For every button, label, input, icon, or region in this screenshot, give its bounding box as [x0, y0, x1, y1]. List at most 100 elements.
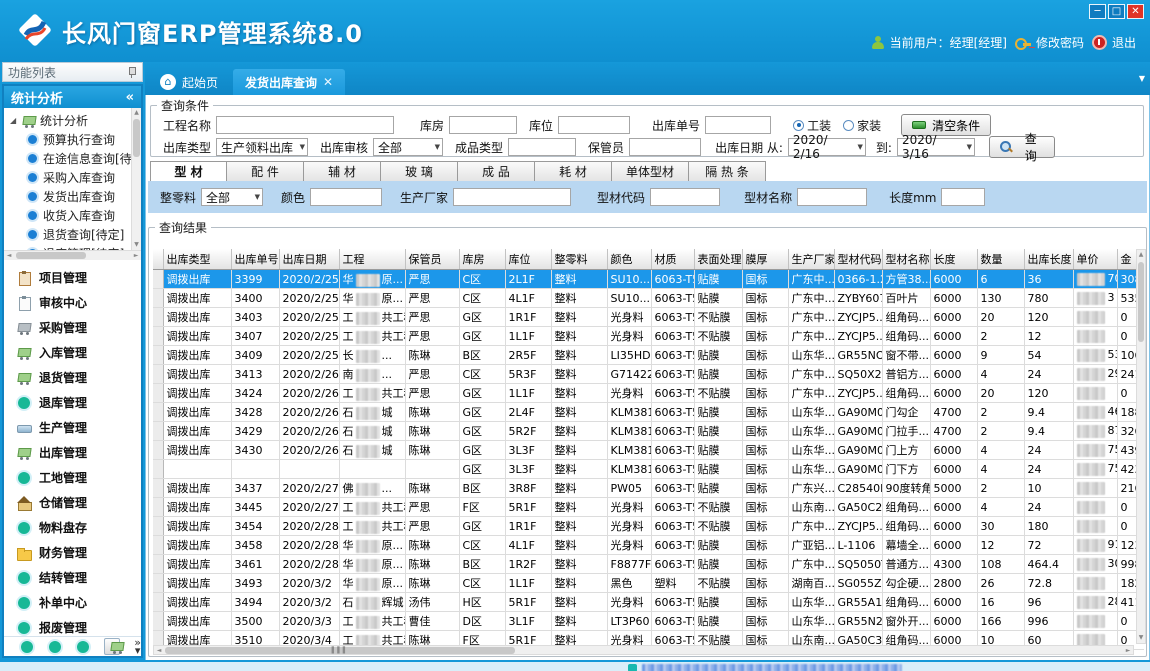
bottom-dot-icon[interactable]: [48, 640, 62, 654]
scroll-left-icon[interactable]: ◄: [154, 646, 164, 655]
sidebar-item-项目管理[interactable]: 项目管理: [4, 265, 141, 290]
table-row[interactable]: 调拨出库34542020/2/28工共工程严思G区1R1F整料光身料6063-T…: [153, 517, 1144, 536]
profile-code-input[interactable]: [650, 188, 720, 206]
material-tab-耗材[interactable]: 耗 材: [535, 161, 612, 182]
tree-item[interactable]: 发货出库查询: [10, 187, 141, 206]
column-header[interactable]: 长度: [930, 249, 977, 270]
radio-gongzhuang-icon[interactable]: [793, 120, 804, 131]
column-header[interactable]: 生产厂家: [788, 249, 834, 270]
column-header[interactable]: 数量: [977, 249, 1024, 270]
table-row[interactable]: 调拨出库34242020/2/26工共工程严思G区1L1F整料光身料6063-T…: [153, 384, 1144, 403]
product-type-input[interactable]: [508, 138, 576, 156]
column-header[interactable]: 出库类型: [163, 249, 231, 270]
tab-shipping-outbound-query[interactable]: 发货出库查询 ✕: [233, 69, 345, 95]
material-tab-型材[interactable]: 型 材: [150, 161, 227, 182]
pin-icon[interactable]: [127, 66, 137, 78]
grid-vertical-scrollbar[interactable]: ▲ ▼: [1136, 249, 1146, 644]
sidebar-item-财务管理[interactable]: 财务管理: [4, 540, 141, 565]
table-row[interactable]: G区3L3F整料KLM38176063-T5贴膜国标山东华...GA90M09.…: [153, 460, 1144, 479]
table-row[interactable]: 调拨出库34932020/3/2华原...陈琳C区1L1F整料黑色塑料不贴膜国标…: [153, 574, 1144, 593]
maker-input[interactable]: [453, 188, 571, 206]
change-password-button[interactable]: 修改密码: [1015, 34, 1084, 51]
tree-expander-icon[interactable]: ◢: [10, 116, 18, 125]
tree-item[interactable]: 收货入库查询: [10, 206, 141, 225]
tab-home[interactable]: ⌂ 起始页: [148, 69, 230, 95]
table-row[interactable]: 调拨出库34132020/2/26南...严思C区5R3F整料G71422606…: [153, 365, 1144, 384]
radio-jiazhuang-icon[interactable]: [843, 120, 854, 131]
table-row[interactable]: 调拨出库34612020/2/28华原...陈琳B区1R2F整料F8877FT6…: [153, 555, 1144, 574]
sidebar-section-header[interactable]: 统计分析 «: [4, 86, 141, 108]
tab-close-icon[interactable]: ✕: [323, 75, 333, 89]
tab-list-dropdown-icon[interactable]: ▼: [1139, 74, 1145, 83]
grid-vscroll-thumb[interactable]: [1138, 262, 1144, 342]
sidebar-item-生产管理[interactable]: 生产管理: [4, 415, 141, 440]
column-header[interactable]: 保管员: [405, 249, 459, 270]
column-header[interactable]: 出库单号: [231, 249, 279, 270]
bottom-dot-icon[interactable]: [76, 640, 90, 654]
profile-name-input[interactable]: [797, 188, 867, 206]
table-row[interactable]: 调拨出库34452020/2/27工共工程严思F区5R1F整料光身料6063-T…: [153, 498, 1144, 517]
column-header[interactable]: 表面处理: [694, 249, 742, 270]
bottom-dot-icon[interactable]: [20, 640, 34, 654]
material-tab-成品[interactable]: 成 品: [458, 161, 535, 182]
sidebar-item-结转管理[interactable]: 结转管理: [4, 565, 141, 590]
tree-hscroll-thumb[interactable]: [16, 252, 86, 259]
date-to-picker[interactable]: 2020/ 3/16 ▼: [897, 138, 975, 156]
audit-combo[interactable]: 全部 ▼: [373, 138, 443, 156]
sidebar-item-审核中心[interactable]: 审核中心: [4, 290, 141, 315]
column-header[interactable]: 型材代码: [834, 249, 882, 270]
minimize-button[interactable]: ─: [1089, 4, 1106, 19]
table-row[interactable]: 调拨出库34582020/2/28华原...陈琳C区4L1F整料光身料6063-…: [153, 536, 1144, 555]
overflow-chevron[interactable]: »▾: [134, 639, 141, 655]
collapse-icon[interactable]: «: [126, 90, 134, 105]
material-tab-辅材[interactable]: 辅 材: [304, 161, 381, 182]
grid-hscroll-thumb[interactable]: ▌▌▌: [165, 647, 515, 654]
tree-vertical-scrollbar[interactable]: ▲ ▼: [131, 108, 141, 250]
column-header[interactable]: 颜色: [607, 249, 651, 270]
column-header[interactable]: 工程: [339, 249, 405, 270]
tree-scroll-thumb[interactable]: [133, 119, 140, 157]
tree-item[interactable]: 在途信息查询[待: [10, 149, 141, 168]
color-input[interactable]: [310, 188, 382, 206]
sidebar-item-补单中心[interactable]: 补单中心: [4, 590, 141, 615]
search-button[interactable]: 查 询: [989, 136, 1055, 158]
tree-root[interactable]: ◢ 统计分析: [10, 111, 141, 130]
table-row[interactable]: 调拨出库34372020/2/27佛...陈琳B区3R8F整料PW056063-…: [153, 479, 1144, 498]
keeper-input[interactable]: [629, 138, 701, 156]
radio-gongzhuang[interactable]: 工装: [793, 117, 831, 134]
order-no-input[interactable]: [705, 116, 771, 134]
whole-part-combo[interactable]: 全部 ▼: [201, 188, 263, 206]
table-row[interactable]: 调拨出库34032020/2/25工共工程严思G区1R1F整料光身料6063-T…: [153, 308, 1144, 327]
column-header[interactable]: 型材名称: [882, 249, 930, 270]
scroll-down-icon[interactable]: ▼: [132, 240, 141, 250]
table-row[interactable]: 调拨出库34282020/2/26石城陈琳G区2L4F整料KLM38176063…: [153, 403, 1144, 422]
sidebar-item-采购管理[interactable]: 采购管理: [4, 315, 141, 340]
tree-item[interactable]: 采购入库查询: [10, 168, 141, 187]
material-tab-单体型材[interactable]: 单体型材: [612, 161, 689, 182]
scroll-right-icon[interactable]: ►: [1123, 646, 1133, 655]
logout-button[interactable]: 退出: [1092, 34, 1136, 51]
column-header[interactable]: 库房: [459, 249, 505, 270]
scroll-down-icon[interactable]: ▼: [1137, 633, 1145, 643]
out-type-combo[interactable]: 生产领料出库 ▼: [216, 138, 308, 156]
column-header[interactable]: 出库日期: [279, 249, 339, 270]
column-header[interactable]: 库位: [505, 249, 551, 270]
length-input[interactable]: [941, 188, 985, 206]
table-row[interactable]: 调拨出库33992020/2/25华原...严思C区2L1F整料SU10...6…: [153, 270, 1144, 289]
table-row[interactable]: 调拨出库34092020/2/25长...陈琳B区2R5F整料LI35HD606…: [153, 346, 1144, 365]
sidebar-item-仓储管理[interactable]: 仓储管理: [4, 490, 141, 515]
scroll-up-icon[interactable]: ▲: [1137, 250, 1145, 260]
column-header[interactable]: 膜厚: [742, 249, 788, 270]
table-row[interactable]: 调拨出库34302020/2/26石城陈琳G区3L3F整料KLM38176063…: [153, 441, 1144, 460]
column-header[interactable]: 单价: [1073, 249, 1117, 270]
grid-horizontal-scrollbar[interactable]: ◄ ▌▌▌ ►: [153, 645, 1134, 655]
project-name-input[interactable]: [216, 116, 394, 134]
column-header[interactable]: 整零料: [551, 249, 607, 270]
table-row[interactable]: 调拨出库34942020/3/2石辉城汤伟H区5R1F整料光身料6063-T5贴…: [153, 593, 1144, 612]
tree-item[interactable]: 退货查询[待定]: [10, 225, 141, 244]
date-from-picker[interactable]: 2020/ 2/16 ▼: [788, 138, 866, 156]
bottom-cart-button[interactable]: [104, 638, 120, 655]
column-header[interactable]: 出库长度: [1024, 249, 1073, 270]
sidebar-item-报废管理[interactable]: 报废管理: [4, 615, 141, 636]
table-row[interactable]: 调拨出库34292020/2/26石城陈琳G区5R2F整料KLM38176063…: [153, 422, 1144, 441]
